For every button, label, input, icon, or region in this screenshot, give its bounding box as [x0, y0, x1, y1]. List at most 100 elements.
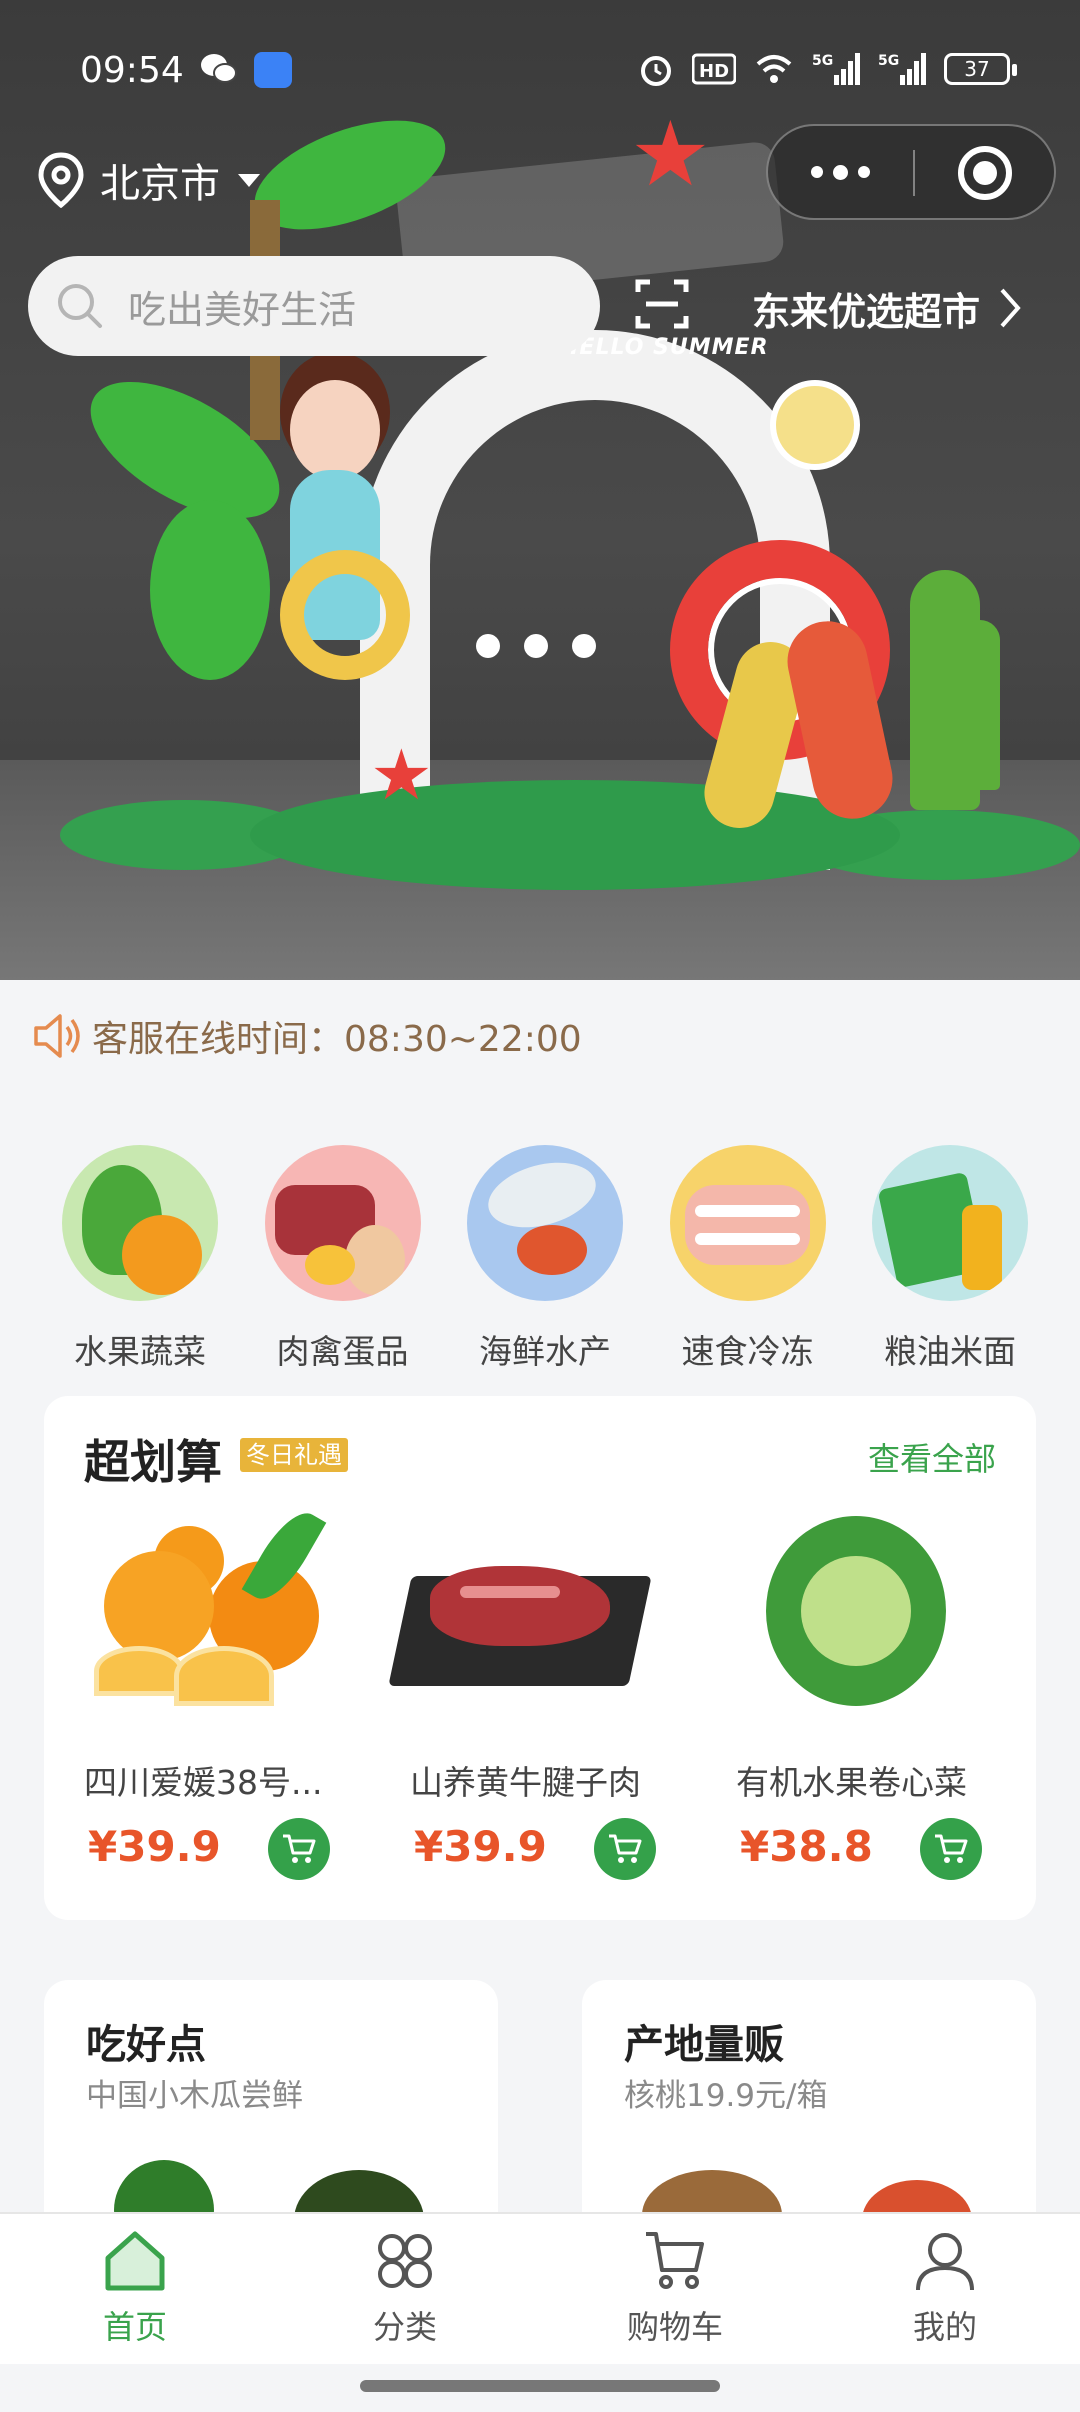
view-all-link[interactable]: 查看全部 — [868, 1434, 996, 1480]
capsule-divider — [913, 150, 915, 196]
seafood-icon — [467, 1145, 623, 1301]
close-miniapp-button[interactable] — [958, 146, 1012, 200]
bottom-tab-bar: 首页 分类 购物车 我的 — [0, 2212, 1080, 2364]
fruit-slice — [770, 380, 860, 470]
category-grid: 水果蔬菜 肉禽蛋品 海鲜水产 速食冷冻 粮油米面 — [40, 1145, 1050, 1373]
meat-eggs-icon — [264, 1145, 421, 1301]
user-icon — [916, 2233, 974, 2291]
status-bar: 09:54 HD 5G 5G 37 — [0, 0, 1080, 140]
store-name: 东来优选超市 — [752, 289, 981, 334]
frozen-food-icon — [669, 1145, 826, 1301]
category-vegetables-fruit[interactable]: 水果蔬菜 — [40, 1145, 240, 1373]
service-notice: 客服在线时间：08:30~22:00 — [30, 1006, 582, 1066]
category-label: 海鲜水产 — [479, 1332, 611, 1371]
chevron-right-icon — [1000, 288, 1021, 328]
cart-icon — [283, 1834, 316, 1863]
product-card[interactable]: 四川爱媛38号... ¥39.9 — [44, 1502, 344, 1906]
grain-oil-icon — [872, 1145, 1028, 1301]
location-pin-icon — [38, 152, 84, 208]
category-seafood[interactable]: 海鲜水产 — [445, 1145, 645, 1373]
tab-label: 首页 — [102, 2308, 167, 2346]
add-to-cart-button[interactable] — [920, 1818, 982, 1880]
category-meat-eggs[interactable]: 肉禽蛋品 — [243, 1145, 443, 1373]
signal-5g-icon: 5G — [878, 53, 926, 85]
tab-profile[interactable]: 我的 — [810, 2214, 1080, 2364]
miniapp-capsule — [766, 124, 1056, 220]
search-input[interactable]: 吃出美好生活 — [28, 256, 600, 356]
more-dot — [811, 166, 823, 178]
beef-image — [388, 1506, 652, 1716]
product-card[interactable]: 山养黄牛腱子肉 ¥39.9 — [370, 1506, 670, 1906]
category-grain-oil[interactable]: 粮油米面 — [850, 1145, 1050, 1373]
carousel-dot[interactable] — [476, 634, 500, 658]
star-decoration: ★ — [370, 734, 433, 816]
product-price: ¥39.9 — [88, 1822, 221, 1871]
product-name: 有机水果卷心菜 — [736, 1763, 967, 1802]
add-to-cart-button[interactable] — [268, 1818, 330, 1880]
promo-subtitle: 核桃19.9元/箱 — [624, 2078, 828, 2114]
palm-leaf — [150, 500, 270, 680]
carousel-dot[interactable] — [572, 634, 596, 658]
more-button[interactable] — [768, 126, 913, 218]
home-indicator[interactable] — [360, 2380, 720, 2392]
product-card[interactable]: 有机水果卷心菜 ¥38.8 — [696, 1506, 996, 1906]
banner-girl-head — [290, 380, 380, 480]
location-selector[interactable]: 北京市 — [36, 148, 260, 212]
category-label: 肉禽蛋品 — [276, 1332, 409, 1371]
cabbage-image — [716, 1506, 976, 1716]
store-link[interactable]: 东来优选超市 — [752, 276, 1022, 340]
category-label: 速食冷冻 — [681, 1332, 814, 1371]
product-name: 四川爱媛38号... — [84, 1763, 323, 1802]
search-placeholder: 吃出美好生活 — [128, 287, 357, 332]
location-label: 北京市 — [100, 161, 220, 207]
swim-ring — [280, 550, 410, 680]
deals-section: 超划算 冬日礼遇 查看全部 四川爱媛38号... ¥39.9 山养黄牛腱子肉 ¥… — [44, 1396, 1036, 1920]
promo-subtitle: 中国小木瓜尝鲜 — [86, 2078, 303, 2114]
wifi-icon — [756, 55, 792, 83]
category-frozen-food[interactable]: 速食冷冻 — [648, 1145, 848, 1373]
wechat-icon — [201, 54, 237, 83]
product-price: ¥39.9 — [414, 1822, 547, 1871]
status-indicators: HD 5G 5G 37 — [638, 48, 1017, 90]
vegetables-fruit-icon — [62, 1145, 218, 1301]
promo-title: 产地量贩 — [624, 2022, 784, 2068]
search-icon — [58, 284, 102, 328]
tab-label: 分类 — [372, 2308, 437, 2346]
battery-icon: 37 — [944, 53, 1017, 85]
category-icon — [378, 2234, 432, 2288]
svg-text:5G: 5G — [812, 53, 833, 69]
tab-home[interactable]: 首页 — [0, 2214, 270, 2364]
product-name: 山养黄牛腱子肉 — [410, 1763, 641, 1802]
hd-icon: HD — [692, 53, 736, 85]
tree — [960, 620, 1000, 790]
status-time: 09:54 — [80, 50, 184, 91]
tab-label: 我的 — [912, 2308, 977, 2346]
svg-text:HD: HD — [699, 61, 729, 82]
banner-subtitle: HELLO SUMMER — [560, 335, 769, 360]
deals-tag: 冬日礼遇 — [240, 1438, 348, 1472]
alarm-icon — [641, 56, 671, 86]
deals-title: 超划算 — [84, 1435, 222, 1489]
notice-text: 客服在线时间：08:30~22:00 — [92, 1019, 582, 1060]
tab-category[interactable]: 分类 — [270, 2214, 540, 2364]
caret-down-icon — [238, 173, 260, 187]
more-dot — [858, 166, 870, 178]
category-label: 水果蔬菜 — [74, 1332, 206, 1371]
signal-5g-icon: 5G — [812, 53, 860, 85]
add-to-cart-button[interactable] — [594, 1818, 656, 1880]
carousel-dot[interactable] — [524, 634, 548, 658]
product-price: ¥38.8 — [740, 1822, 873, 1871]
shopping-cart-icon — [646, 2232, 704, 2289]
cart-icon — [609, 1834, 642, 1863]
home-icon — [105, 2231, 165, 2291]
shield-icon — [254, 52, 292, 88]
oranges-image — [64, 1502, 327, 1716]
cart-icon — [935, 1834, 968, 1863]
svg-text:5G: 5G — [878, 53, 899, 69]
product-list: 四川爱媛38号... ¥39.9 山养黄牛腱子肉 ¥39.9 有机水果卷心菜 ¥… — [44, 1502, 1036, 1906]
scan-icon[interactable] — [634, 276, 690, 332]
tab-label: 购物车 — [626, 2308, 723, 2346]
tab-cart[interactable]: 购物车 — [540, 2214, 810, 2364]
more-dot — [833, 164, 848, 180]
banner-stage — [250, 780, 900, 890]
